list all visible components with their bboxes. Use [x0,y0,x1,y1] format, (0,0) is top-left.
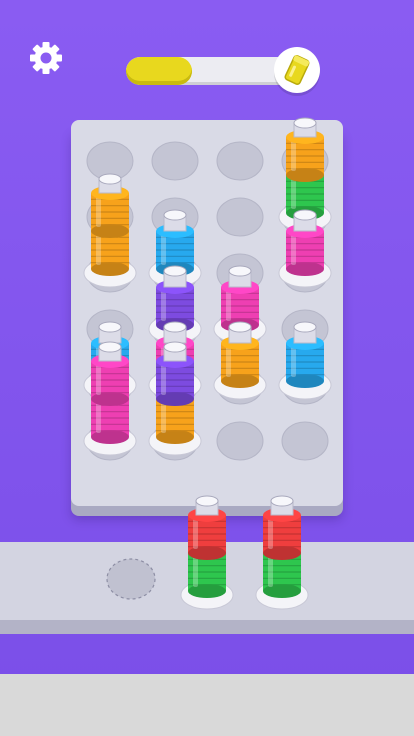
peg-top [228,321,252,333]
tray-peg-2[interactable] [180,495,234,610]
tray-peg-3[interactable] [255,495,309,610]
board-hole[interactable] [216,197,264,237]
ring-purple [156,354,194,406]
peg-top [293,209,317,221]
peg-top [293,117,317,129]
ring-red [188,508,226,560]
board-canvas [83,117,332,461]
peg-top [228,265,252,277]
peg-c0-r1[interactable] [83,173,137,288]
ring-orange [221,336,259,388]
ring-orange [286,130,324,182]
peg-top [98,173,122,185]
progress-badge [274,47,320,93]
peg-top [163,321,187,333]
board-hole[interactable] [216,141,264,181]
ring-orange [91,186,129,238]
gear-icon[interactable] [28,40,64,76]
board-hole[interactable] [216,421,264,461]
peg-top [163,265,187,277]
level-progress-fill [126,57,193,85]
peg-top [163,341,187,353]
tray-canvas [106,495,309,610]
footer-bar [0,674,414,736]
ring-magenta [91,354,129,406]
board-hole[interactable] [281,421,329,461]
ring-magenta [286,224,324,276]
paint-bucket-icon [284,55,310,85]
ring-red [263,508,301,560]
peg-board [71,117,343,506]
tray-shelf-edge [0,620,414,634]
tray-empty-slot[interactable] [106,558,156,600]
peg-top [293,321,317,333]
peg-top [195,495,219,507]
peg-top [98,341,122,353]
peg-top [163,209,187,221]
board-hole[interactable] [151,141,199,181]
peg-top [270,495,294,507]
peg-top [98,321,122,333]
ring-cyan [286,336,324,388]
